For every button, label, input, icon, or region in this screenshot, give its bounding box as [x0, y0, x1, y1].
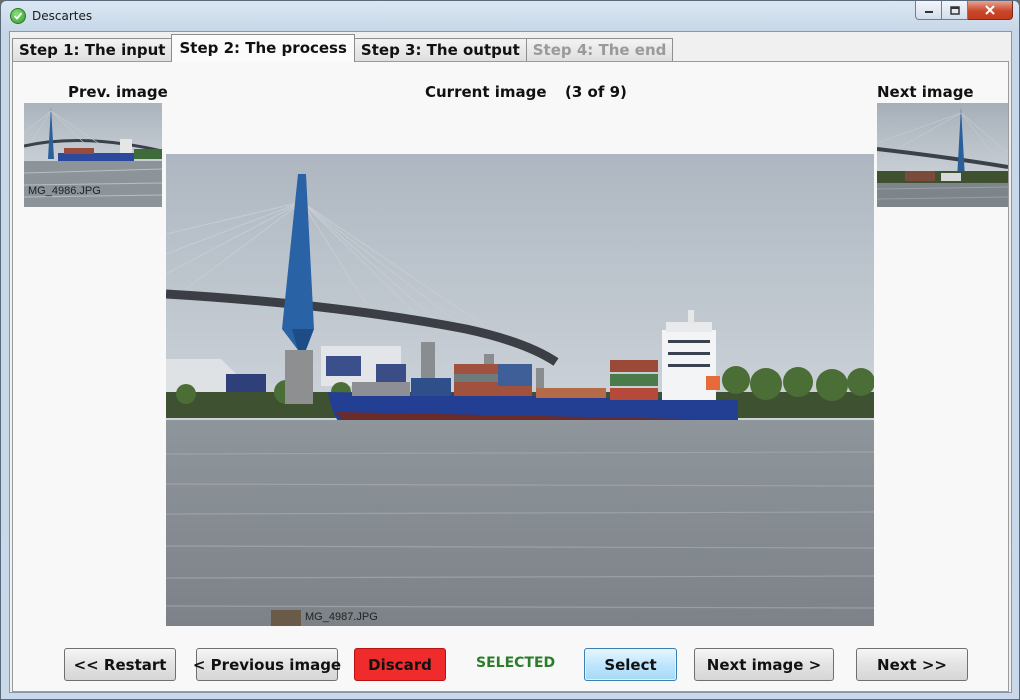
process-panel: Prev. image Current image (3 of 9) Next …	[12, 61, 1009, 692]
next-image-button[interactable]: Next image >	[694, 648, 834, 681]
discard-button[interactable]: Discard	[354, 648, 446, 681]
prev-image-filename: MG_4986.JPG	[28, 185, 101, 197]
client-area: Step 1: The input Step 2: The process St…	[9, 31, 1012, 693]
close-button[interactable]	[968, 1, 1013, 20]
tab-step-2[interactable]: Step 2: The process	[171, 34, 355, 62]
minimize-icon	[924, 11, 933, 13]
selection-status: SELECTED	[476, 655, 556, 671]
close-icon	[985, 5, 995, 15]
prev-image-thumbnail[interactable]: MG_4986.JPG	[24, 103, 162, 207]
next-image-thumbnail[interactable]	[877, 103, 1008, 207]
app-window: Descartes Step 1: The input Step 2: The …	[0, 0, 1020, 700]
check-circle-icon	[10, 8, 26, 24]
select-button[interactable]: Select	[584, 648, 677, 681]
current-image-label: Current image	[425, 83, 547, 101]
tab-step-4: Step 4: The end	[525, 38, 674, 62]
next-step-button[interactable]: Next >>	[856, 648, 968, 681]
title-bar[interactable]: Descartes	[1, 1, 1019, 31]
next-image-label: Next image	[877, 83, 974, 101]
restart-button[interactable]: << Restart	[64, 648, 176, 681]
tab-step-3[interactable]: Step 3: The output	[353, 38, 527, 62]
window-title: Descartes	[32, 9, 93, 23]
caption-buttons	[915, 1, 1013, 21]
step-tabs: Step 1: The input Step 2: The process St…	[12, 34, 674, 62]
image-counter: (3 of 9)	[565, 83, 627, 101]
current-image[interactable]: MG_4987.JPG	[166, 154, 874, 626]
maximize-button[interactable]	[942, 1, 968, 20]
prev-image-label: Prev. image	[68, 83, 168, 101]
minimize-button[interactable]	[915, 1, 942, 20]
previous-image-button[interactable]: < Previous image	[193, 648, 341, 681]
current-image-filename: MG_4987.JPG	[305, 611, 378, 623]
tab-step-1[interactable]: Step 1: The input	[12, 38, 173, 62]
maximize-icon	[949, 5, 960, 15]
